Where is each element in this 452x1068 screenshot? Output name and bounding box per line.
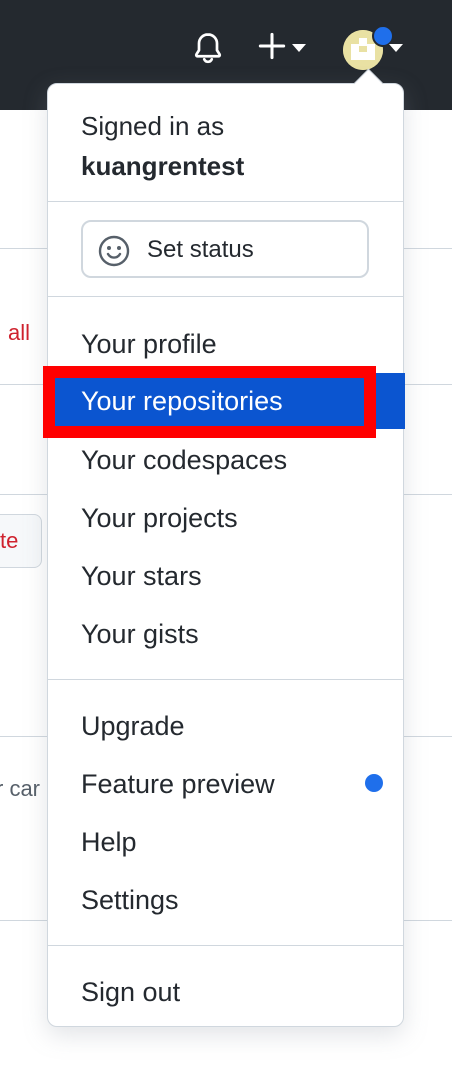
user-menu-dropdown: Signed in as kuangrentest Set status You… <box>47 83 405 1027</box>
menu-item-your-profile[interactable]: Your profile <box>48 316 403 372</box>
menu-item-sign-out[interactable]: Sign out <box>48 964 403 1020</box>
menu-item-settings[interactable]: Settings <box>48 872 403 928</box>
background-text: r car <box>0 776 40 801</box>
menu-item-your-codespaces[interactable]: Your codespaces <box>48 432 403 488</box>
plus-icon[interactable] <box>258 32 286 60</box>
chevron-down-icon[interactable] <box>389 44 403 52</box>
smiley-icon <box>98 235 130 267</box>
divider <box>48 201 403 202</box>
menu-item-upgrade[interactable]: Upgrade <box>48 698 403 754</box>
background-button-label: te <box>0 528 19 553</box>
username: kuangrentest <box>81 151 245 181</box>
chevron-down-icon[interactable] <box>292 44 306 52</box>
menu-item-feature-preview[interactable]: Feature preview <box>48 756 403 812</box>
set-status-label: Set status <box>147 236 254 263</box>
menu-item-your-stars[interactable]: Your stars <box>48 548 403 604</box>
menu-item-your-repositories[interactable]: Your repositories <box>48 373 405 429</box>
divider <box>48 945 403 946</box>
signed-in-label: Signed in as <box>81 111 225 141</box>
background-link-text[interactable]: all <box>8 320 30 346</box>
feature-preview-dot <box>365 774 383 792</box>
signed-in-as: Signed in as kuangrentest <box>81 106 244 186</box>
set-status-button[interactable]: Set status <box>81 220 369 278</box>
menu-item-your-projects[interactable]: Your projects <box>48 490 403 546</box>
divider <box>48 679 403 680</box>
divider <box>48 296 403 297</box>
menu-item-your-gists[interactable]: Your gists <box>48 606 403 662</box>
bell-icon[interactable] <box>190 30 226 66</box>
menu-item-help[interactable]: Help <box>48 814 403 870</box>
